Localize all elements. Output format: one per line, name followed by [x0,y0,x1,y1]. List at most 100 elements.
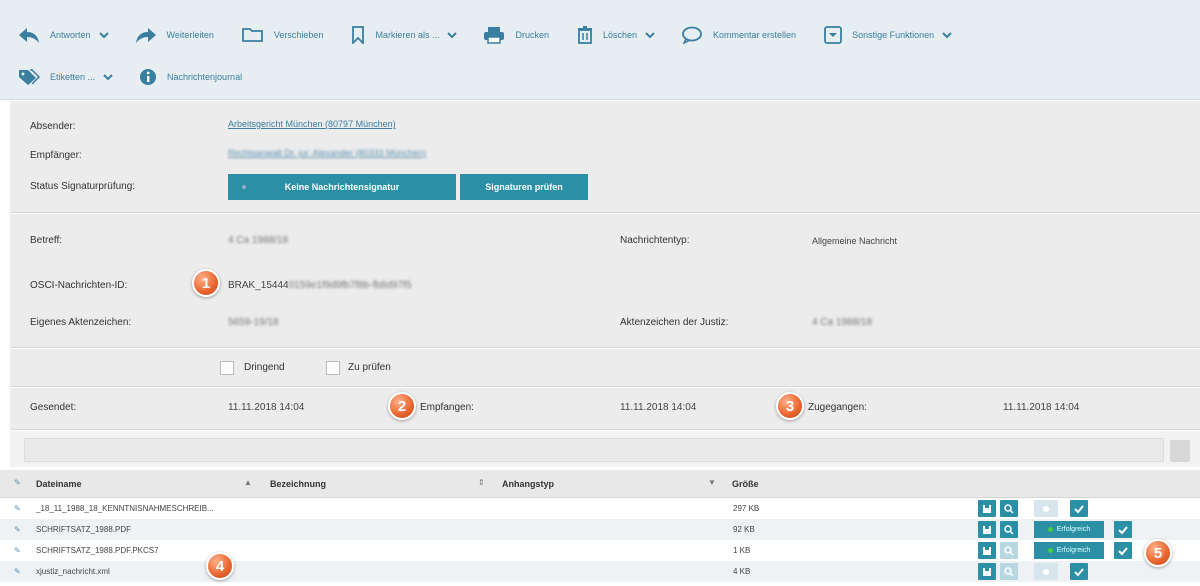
urgent-checkbox[interactable] [220,361,234,375]
column-description[interactable]: Bezeichnung [270,479,326,489]
mark-as-button[interactable]: Markieren als ... [351,26,458,44]
forward-label: Weiterleiten [166,30,214,40]
move-label: Verschieben [273,30,324,40]
delete-label: Löschen [602,30,638,40]
sort-icon[interactable]: ⇕ [478,478,485,487]
recipient-link[interactable]: Rechtsanwalt Dr. jur. Alexander (80333 M… [228,148,426,158]
flags-panel [10,349,1200,387]
search-icon [1000,563,1018,580]
print-label: Drucken [515,30,549,40]
table-row[interactable]: ✎ xjustiz_nachricht.xml 4 KB [0,561,1200,582]
delete-button[interactable]: Löschen [577,26,655,44]
save-icon[interactable] [978,542,996,559]
forward-icon [135,28,156,43]
mark-as-label: Markieren als ... [375,30,440,40]
status-empty-icon [1034,500,1058,517]
status-dot-icon [242,185,246,189]
sort-desc-icon[interactable]: ▼ [708,478,716,487]
file-size: 1 KB [733,546,751,555]
save-icon[interactable] [978,563,996,580]
search-icon[interactable] [1000,521,1018,538]
print-button[interactable]: Drucken [483,26,551,44]
attachment-toggle-icon[interactable] [1170,440,1190,462]
trash-icon [577,26,592,44]
comment-icon [682,26,702,44]
printer-icon [484,27,505,44]
create-comment-label: Kommentar erstellen [713,30,797,40]
sent-value: 11.11.2018 14:04 [228,402,305,413]
reply-label: Antworten [50,30,91,40]
message-journal-button[interactable]: Nachrichtenjournal [139,68,244,86]
received-value: 11.11.2018 14:04 [620,402,697,413]
check-signatures-text: Signaturen prüfen [485,182,563,192]
check-icon[interactable] [1070,500,1088,517]
sort-asc-icon[interactable]: ▲ [244,478,252,487]
save-icon[interactable] [978,500,996,517]
table-header: ✎ Dateiname ▲ Bezeichnung ⇕ Anhangstyp ▼… [0,470,1200,498]
annotation-marker-5: 5 [1144,539,1172,567]
annotation-marker-1: 1 [192,269,220,297]
search-icon [1000,542,1018,559]
signature-status-text: Keine Nachrichtensignatur [284,182,400,192]
column-filename[interactable]: Dateiname [36,479,82,489]
column-attachment-type[interactable]: Anhangstyp [502,479,554,489]
search-icon[interactable] [1000,500,1018,517]
check-icon[interactable] [1114,521,1132,538]
file-size: 92 KB [733,525,755,534]
reply-button[interactable]: Antworten [18,26,109,44]
move-button[interactable]: Verschieben [241,27,326,43]
court-reference-value: 4 Ca 1988/18 [812,317,873,328]
action-toolbar: Antworten Weiterleiten Verschieben Marki… [0,0,1200,100]
verification-status-badge: Erfolgreich [1034,521,1104,538]
check-icon[interactable] [1114,542,1132,559]
delivered-value: 11.11.2018 14:04 [1003,402,1080,413]
urgent-label: Dringend [244,362,285,373]
file-name: SCHRIFTSATZ_1988.PDF.PKCS7 [36,546,159,555]
annotation-marker-2: 2 [388,392,416,420]
chevron-down-icon [942,32,952,39]
subject-label: Betreff: [30,235,63,246]
table-row[interactable]: ✎ SCHRIFTSATZ_1988.PDF 92 KB Erfolgreich [0,519,1200,540]
labels-label: Etiketten ... [50,72,96,82]
subject-value: 4 Ca 1988/18 [228,235,289,246]
status-empty-icon [1034,563,1058,580]
table-row[interactable]: ✎ SCHRIFTSATZ_1988.PDF.PKCS7 1 KB Erfolg… [0,540,1200,561]
labels-button[interactable]: Etiketten ... [18,68,113,86]
message-journal-label: Nachrichtenjournal [167,72,243,82]
check-icon[interactable] [1070,563,1088,580]
table-row[interactable]: ✎ _18_11_1988_18_KENNTNISNAHMESCHREIB...… [0,498,1200,519]
pin-icon: ✎ [14,478,21,487]
own-reference-label: Eigenes Aktenzeichen: [30,317,132,328]
forward-button[interactable]: Weiterleiten [135,26,216,44]
message-type-label: Nachrichtentyp: [620,235,690,246]
pin-icon: ✎ [14,567,21,576]
sender-label: Absender: [30,121,76,132]
chevron-down-icon [645,32,655,39]
tags-icon [19,69,40,85]
to-check-label: Zu prüfen [348,362,391,373]
save-icon[interactable] [978,521,996,538]
create-comment-button[interactable]: Kommentar erstellen [681,26,798,44]
osci-id-rest: 0159e1f9d9fb7f8b-fb8d97f5 [288,280,412,291]
signature-status-label: Status Signaturprüfung: [30,181,136,192]
header-panel [10,101,1200,213]
sent-label: Gesendet: [30,402,77,413]
reply-icon [19,28,39,43]
check-signatures-button[interactable]: Signaturen prüfen [460,174,588,200]
received-label: Empfangen: [420,402,474,413]
filter-input[interactable] [24,438,1164,462]
other-functions-button[interactable]: Sonstige Funktionen [824,26,952,44]
file-name: _18_11_1988_18_KENNTNISNAHMESCHREIB... [36,504,214,513]
to-check-checkbox[interactable] [326,361,340,375]
bookmark-icon [352,26,365,44]
success-dot-icon [1047,548,1053,553]
column-size[interactable]: Größe [732,479,759,489]
sender-link[interactable]: Arbeitsgericht München (80797 München) [228,119,396,129]
verification-status-badge: Erfolgreich [1034,542,1104,559]
file-name: SCHRIFTSATZ_1988.PDF [36,525,131,534]
details-panel [10,214,1200,348]
delivered-label: Zugegangen: [808,402,867,413]
other-functions-label: Sonstige Funktionen [852,30,935,40]
signature-status-button[interactable]: Keine Nachrichtensignatur [228,174,456,200]
file-size: 4 KB [733,567,751,576]
